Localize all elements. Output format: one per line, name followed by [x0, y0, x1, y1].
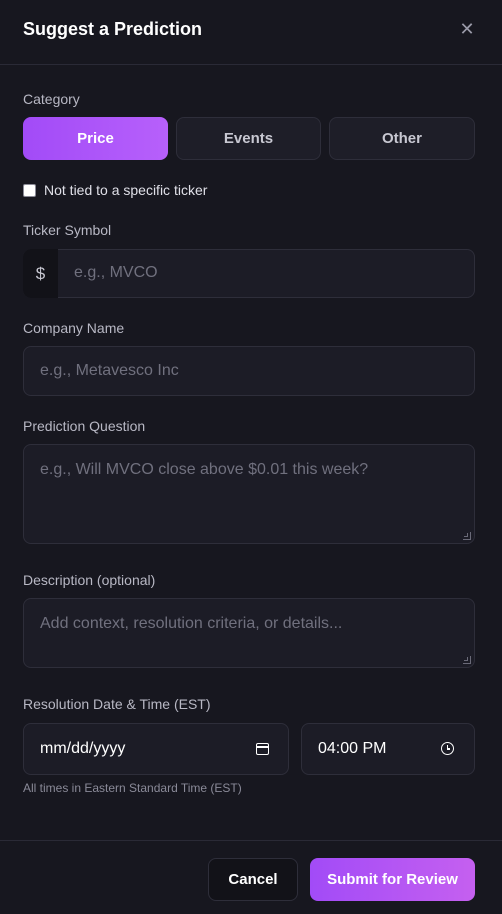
modal-header: Suggest a Prediction ✕ [0, 0, 502, 65]
not-tied-checkbox[interactable] [23, 184, 36, 197]
close-icon[interactable]: ✕ [458, 20, 476, 38]
ticker-label: Ticker Symbol [23, 222, 112, 238]
description-textarea[interactable]: Add context, resolution criteria, or det… [23, 598, 475, 668]
company-label: Company Name [23, 320, 125, 336]
calendar-icon[interactable] [256, 743, 269, 755]
resize-handle[interactable] [463, 656, 471, 664]
description-placeholder: Add context, resolution criteria, or det… [40, 615, 343, 632]
suggest-prediction-modal: Suggest a Prediction ✕ Category Price Ev… [0, 0, 502, 914]
cancel-button[interactable]: Cancel [208, 858, 298, 901]
date-value: mm/dd/yyyy [40, 740, 126, 757]
category-price-button[interactable]: Price [23, 117, 168, 160]
category-label: Category [23, 91, 80, 107]
dollar-prefix: $ [23, 249, 58, 298]
submit-for-review-button[interactable]: Submit for Review [310, 858, 475, 901]
company-placeholder: e.g., Metavesco Inc [40, 362, 179, 379]
ticker-placeholder: e.g., MVCO [74, 264, 158, 281]
category-events-button[interactable]: Events [176, 117, 321, 160]
ticker-input[interactable]: e.g., MVCO [23, 249, 475, 298]
resize-handle[interactable] [463, 532, 471, 540]
company-input[interactable]: e.g., Metavesco Inc [23, 346, 475, 396]
question-label: Prediction Question [23, 418, 146, 434]
category-other-button[interactable]: Other [329, 117, 475, 160]
timezone-hint: All times in Eastern Standard Time (EST) [23, 781, 242, 795]
modal-title: Suggest a Prediction [23, 19, 203, 39]
question-textarea[interactable]: e.g., Will MVCO close above $0.01 this w… [23, 444, 475, 544]
not-tied-label: Not tied to a specific ticker [44, 182, 208, 198]
description-label: Description (optional) [23, 572, 156, 588]
date-input[interactable]: mm/dd/yyyy [23, 723, 289, 775]
time-input[interactable]: 04:00 PM [301, 723, 475, 775]
question-placeholder: e.g., Will MVCO close above $0.01 this w… [40, 461, 369, 478]
time-value: 04:00 PM [318, 740, 387, 757]
clock-icon[interactable] [441, 742, 454, 755]
resolution-label: Resolution Date & Time (EST) [23, 696, 211, 712]
